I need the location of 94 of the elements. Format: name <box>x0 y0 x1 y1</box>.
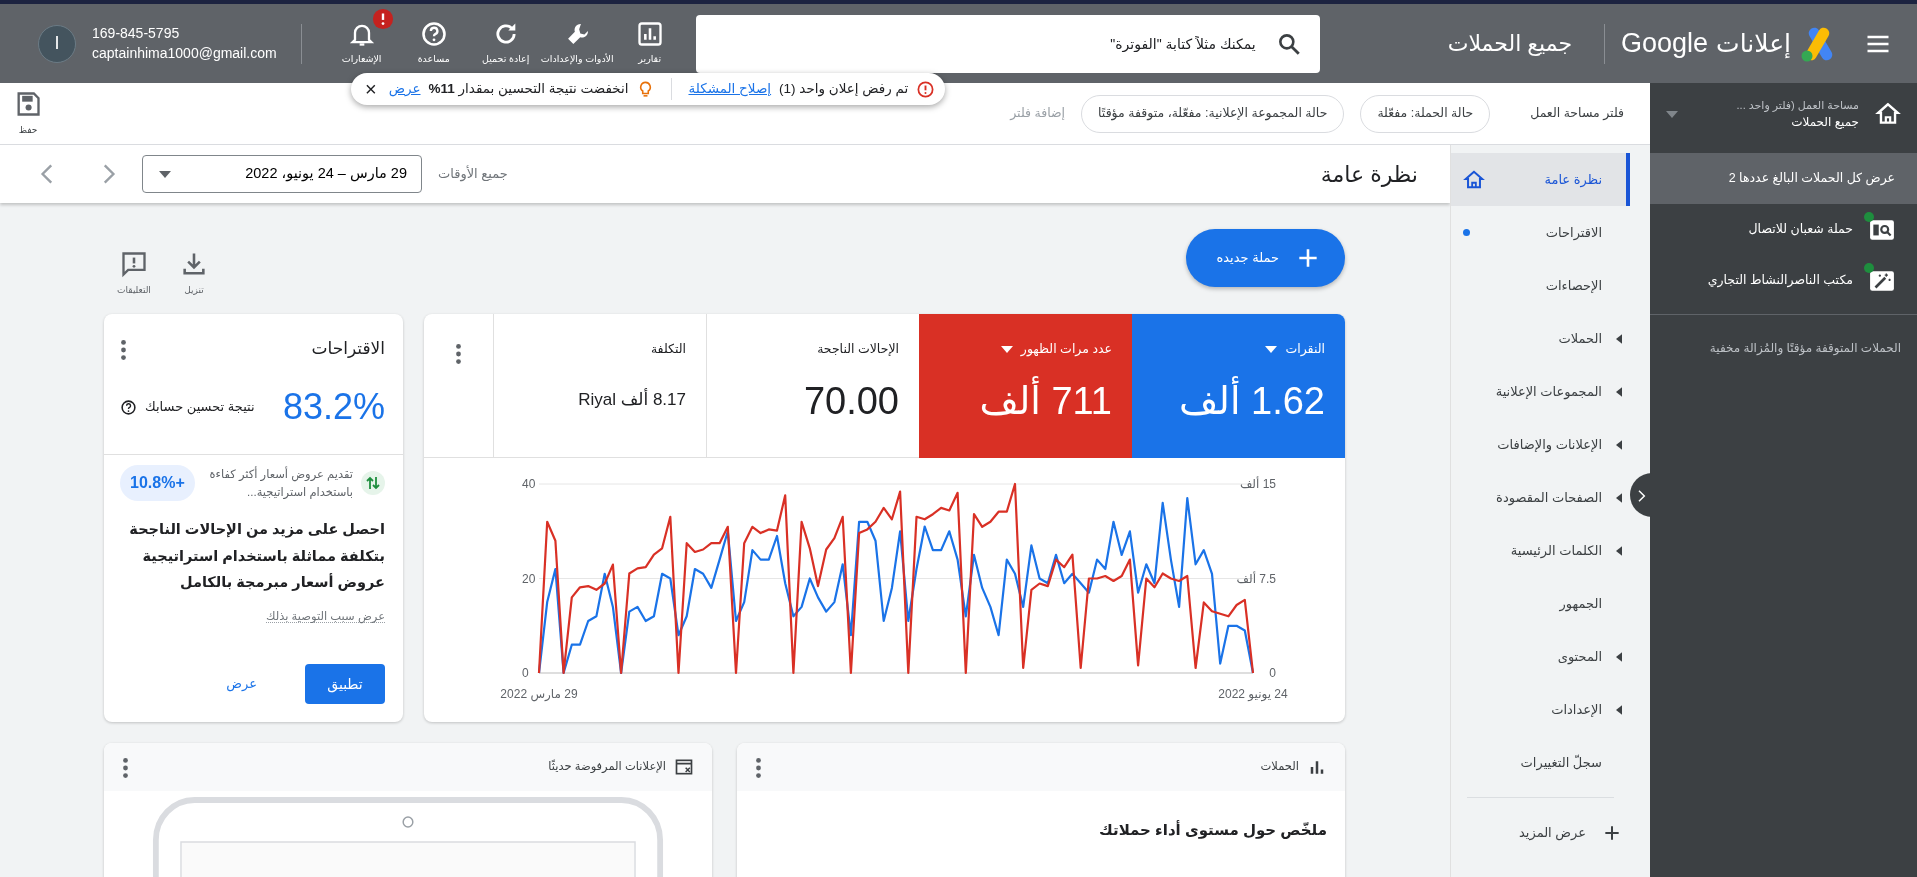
page-heading: نظرة عامة <box>1320 160 1418 189</box>
axis-label: 40 <box>522 477 536 491</box>
suggestion-headline: احصل على مزيد من الإحالات الناجحة بتكلفة مماثلة باستخدام استراتيجية عروض أسعار مبرمجة بالكامل <box>128 519 386 593</box>
toolbar-button[interactable]: إعادة تحميل <box>469 19 542 66</box>
axis-label: 15 ألف <box>1239 477 1276 491</box>
view-link[interactable]: عرض <box>226 674 257 694</box>
page-title: جميع الحملات <box>1447 30 1573 58</box>
nav-item[interactable]: الإعدادات <box>1451 683 1630 736</box>
bar-chart-icon <box>635 19 664 48</box>
account-email: captainhima1000@gmail.com <box>92 43 277 63</box>
nav-item[interactable]: الجمهور <box>1451 577 1630 630</box>
kebab-icon <box>123 757 128 778</box>
suggestion-text: تقديم عروض أسعار أكثر كفاءة باستخدام استراتيجية... <box>208 465 353 501</box>
help-icon <box>419 19 448 48</box>
product-name: إعلانات <box>1716 27 1791 60</box>
window-close-icon <box>674 757 694 777</box>
brand-name: Google <box>1621 27 1709 61</box>
metric-value: 70.00 <box>802 378 899 424</box>
view-link[interactable]: عرض <box>388 78 421 100</box>
filter-label: فلتر مساحة العمل <box>1530 105 1624 123</box>
account-phone: 169-845-5795 <box>92 23 181 43</box>
metric-tile[interactable]: التكلفة 8.17 ألف Riyal <box>493 314 706 458</box>
uplift-badge: +10.8% <box>120 465 195 502</box>
home-icon <box>1463 168 1485 191</box>
help-icon <box>120 398 137 416</box>
card-title: الاقتراحات <box>311 338 385 361</box>
hidden-campaigns-note: الحملات المتوقفة مؤقتًا والمُزالة مخفية <box>1709 341 1901 355</box>
metric-label: الإحالات الناجحة <box>817 341 899 358</box>
card-title: الإعلانات المرفوضة حديثًا <box>548 758 666 775</box>
card-title: الحملات <box>1260 759 1299 775</box>
caret-icon <box>1265 345 1278 353</box>
nav-item[interactable]: نظرة عامة <box>1451 153 1630 206</box>
workspace-label: مساحة العمل (فلتر واحد ... <box>1735 97 1859 114</box>
nav-item[interactable]: الصفحات المقصودة <box>1451 471 1630 524</box>
search-field[interactable]: يمكنك مثلاً كتابة "الفوترة" <box>695 14 1320 73</box>
nav-item[interactable]: الإحصاءات <box>1451 259 1630 312</box>
home-icon <box>1875 101 1901 127</box>
download-button[interactable]: تنزيل <box>164 249 224 299</box>
card-text: ملخّص حول مستوى أداء حملاتك <box>1098 819 1328 841</box>
save-button[interactable]: حفظ <box>8 88 48 139</box>
notice-text: تم رفض إعلان واحد (1) <box>779 79 909 99</box>
toolbar-button[interactable]: الإشعارات <box>325 19 398 66</box>
nav-item[interactable]: الإعلانات والإضافات <box>1451 418 1630 471</box>
fix-link[interactable]: إصلاح المشكلة <box>688 78 772 100</box>
metric-label: عدد مرات الظهور <box>1020 341 1112 359</box>
campaign-item[interactable]: عرض كل الحملات البالغ عددها 2 <box>1650 153 1917 204</box>
nav-item[interactable]: الحملات <box>1451 312 1630 365</box>
optimization-score: 83.2% <box>282 385 385 429</box>
score-label: نتيجة تحسين حسابك <box>145 398 255 417</box>
nav-item[interactable]: سجلّ التغييرات <box>1451 736 1630 789</box>
feedback-icon <box>120 250 148 278</box>
filter-chip[interactable]: حالة الحملة: مفعّلة <box>1360 94 1491 133</box>
toolbar-button[interactable]: تقارير <box>613 19 686 66</box>
toolbar-button[interactable]: الأدوات والإعدادات <box>541 19 614 66</box>
axis-label: 29 مارس 2022 <box>500 687 578 701</box>
axis-label: 7.5 ألف <box>1236 571 1276 586</box>
reason-link[interactable]: عرض سبب التوصية بذلك <box>265 610 385 624</box>
metric-tile[interactable]: النقرات 1.62 ألف <box>1132 314 1345 458</box>
metric-tile[interactable]: عدد مرات الظهور 711 ألف <box>919 314 1132 458</box>
caret-icon <box>159 170 171 178</box>
caret-icon <box>1000 345 1013 353</box>
nav-item[interactable]: الكلمات الرئيسية <box>1451 524 1630 577</box>
metric-value: 1.62 ألف <box>1153 372 1325 430</box>
axis-label: 20 <box>522 571 536 586</box>
axis-label: 0 <box>522 666 529 680</box>
axis-label: 0 <box>1269 666 1276 680</box>
feedback-button[interactable]: التعليقات <box>104 249 164 299</box>
kebab-icon <box>756 757 761 778</box>
metric-value: 8.17 ألف Riyal <box>577 387 686 411</box>
show-more-link[interactable]: عرض المزيد <box>1451 806 1630 859</box>
bid-arrows-icon <box>361 471 385 496</box>
campaign-item[interactable]: مكتب الناصرالنشاط التجاري <box>1650 255 1917 306</box>
nav-item[interactable]: المجموعات الإعلانية <box>1451 365 1630 418</box>
nav-item[interactable]: الاقتراحات <box>1451 206 1630 259</box>
close-button[interactable]: × <box>361 79 381 99</box>
filter-chip[interactable]: حالة المجموعة الإعلانية: مفعّلة، متوقفة مؤقتًا <box>1081 94 1345 133</box>
apply-button[interactable]: تطبيق <box>305 664 385 704</box>
date-range-dropdown[interactable]: 29 مارس – 24 يونيو، 2022 <box>142 155 422 193</box>
error-icon <box>916 79 936 99</box>
workspace-value[interactable]: جميع الحملات <box>1694 113 1859 132</box>
dropdown-icon <box>1666 110 1678 118</box>
metric-value: 711 ألف <box>940 372 1112 430</box>
kebab-icon <box>121 339 126 360</box>
nav-item[interactable]: المحتوى <box>1451 630 1630 683</box>
campaign-item[interactable]: حملة شعبان للاتصال <box>1650 204 1917 255</box>
new-campaign-button[interactable]: حملة جديده <box>1186 229 1345 287</box>
axis-label: 24 يونيو 2022 <box>1218 687 1288 701</box>
account-avatar[interactable]: I <box>38 24 77 63</box>
date-range-label: جميع الأوقات <box>438 164 508 184</box>
metric-label: التكلفة <box>650 341 686 358</box>
metric-label: النقرات <box>1285 341 1325 359</box>
collapse-button[interactable] <box>1630 473 1652 517</box>
kebab-icon <box>456 343 461 364</box>
toolbar-button[interactable]: مساعدة <box>397 19 470 66</box>
